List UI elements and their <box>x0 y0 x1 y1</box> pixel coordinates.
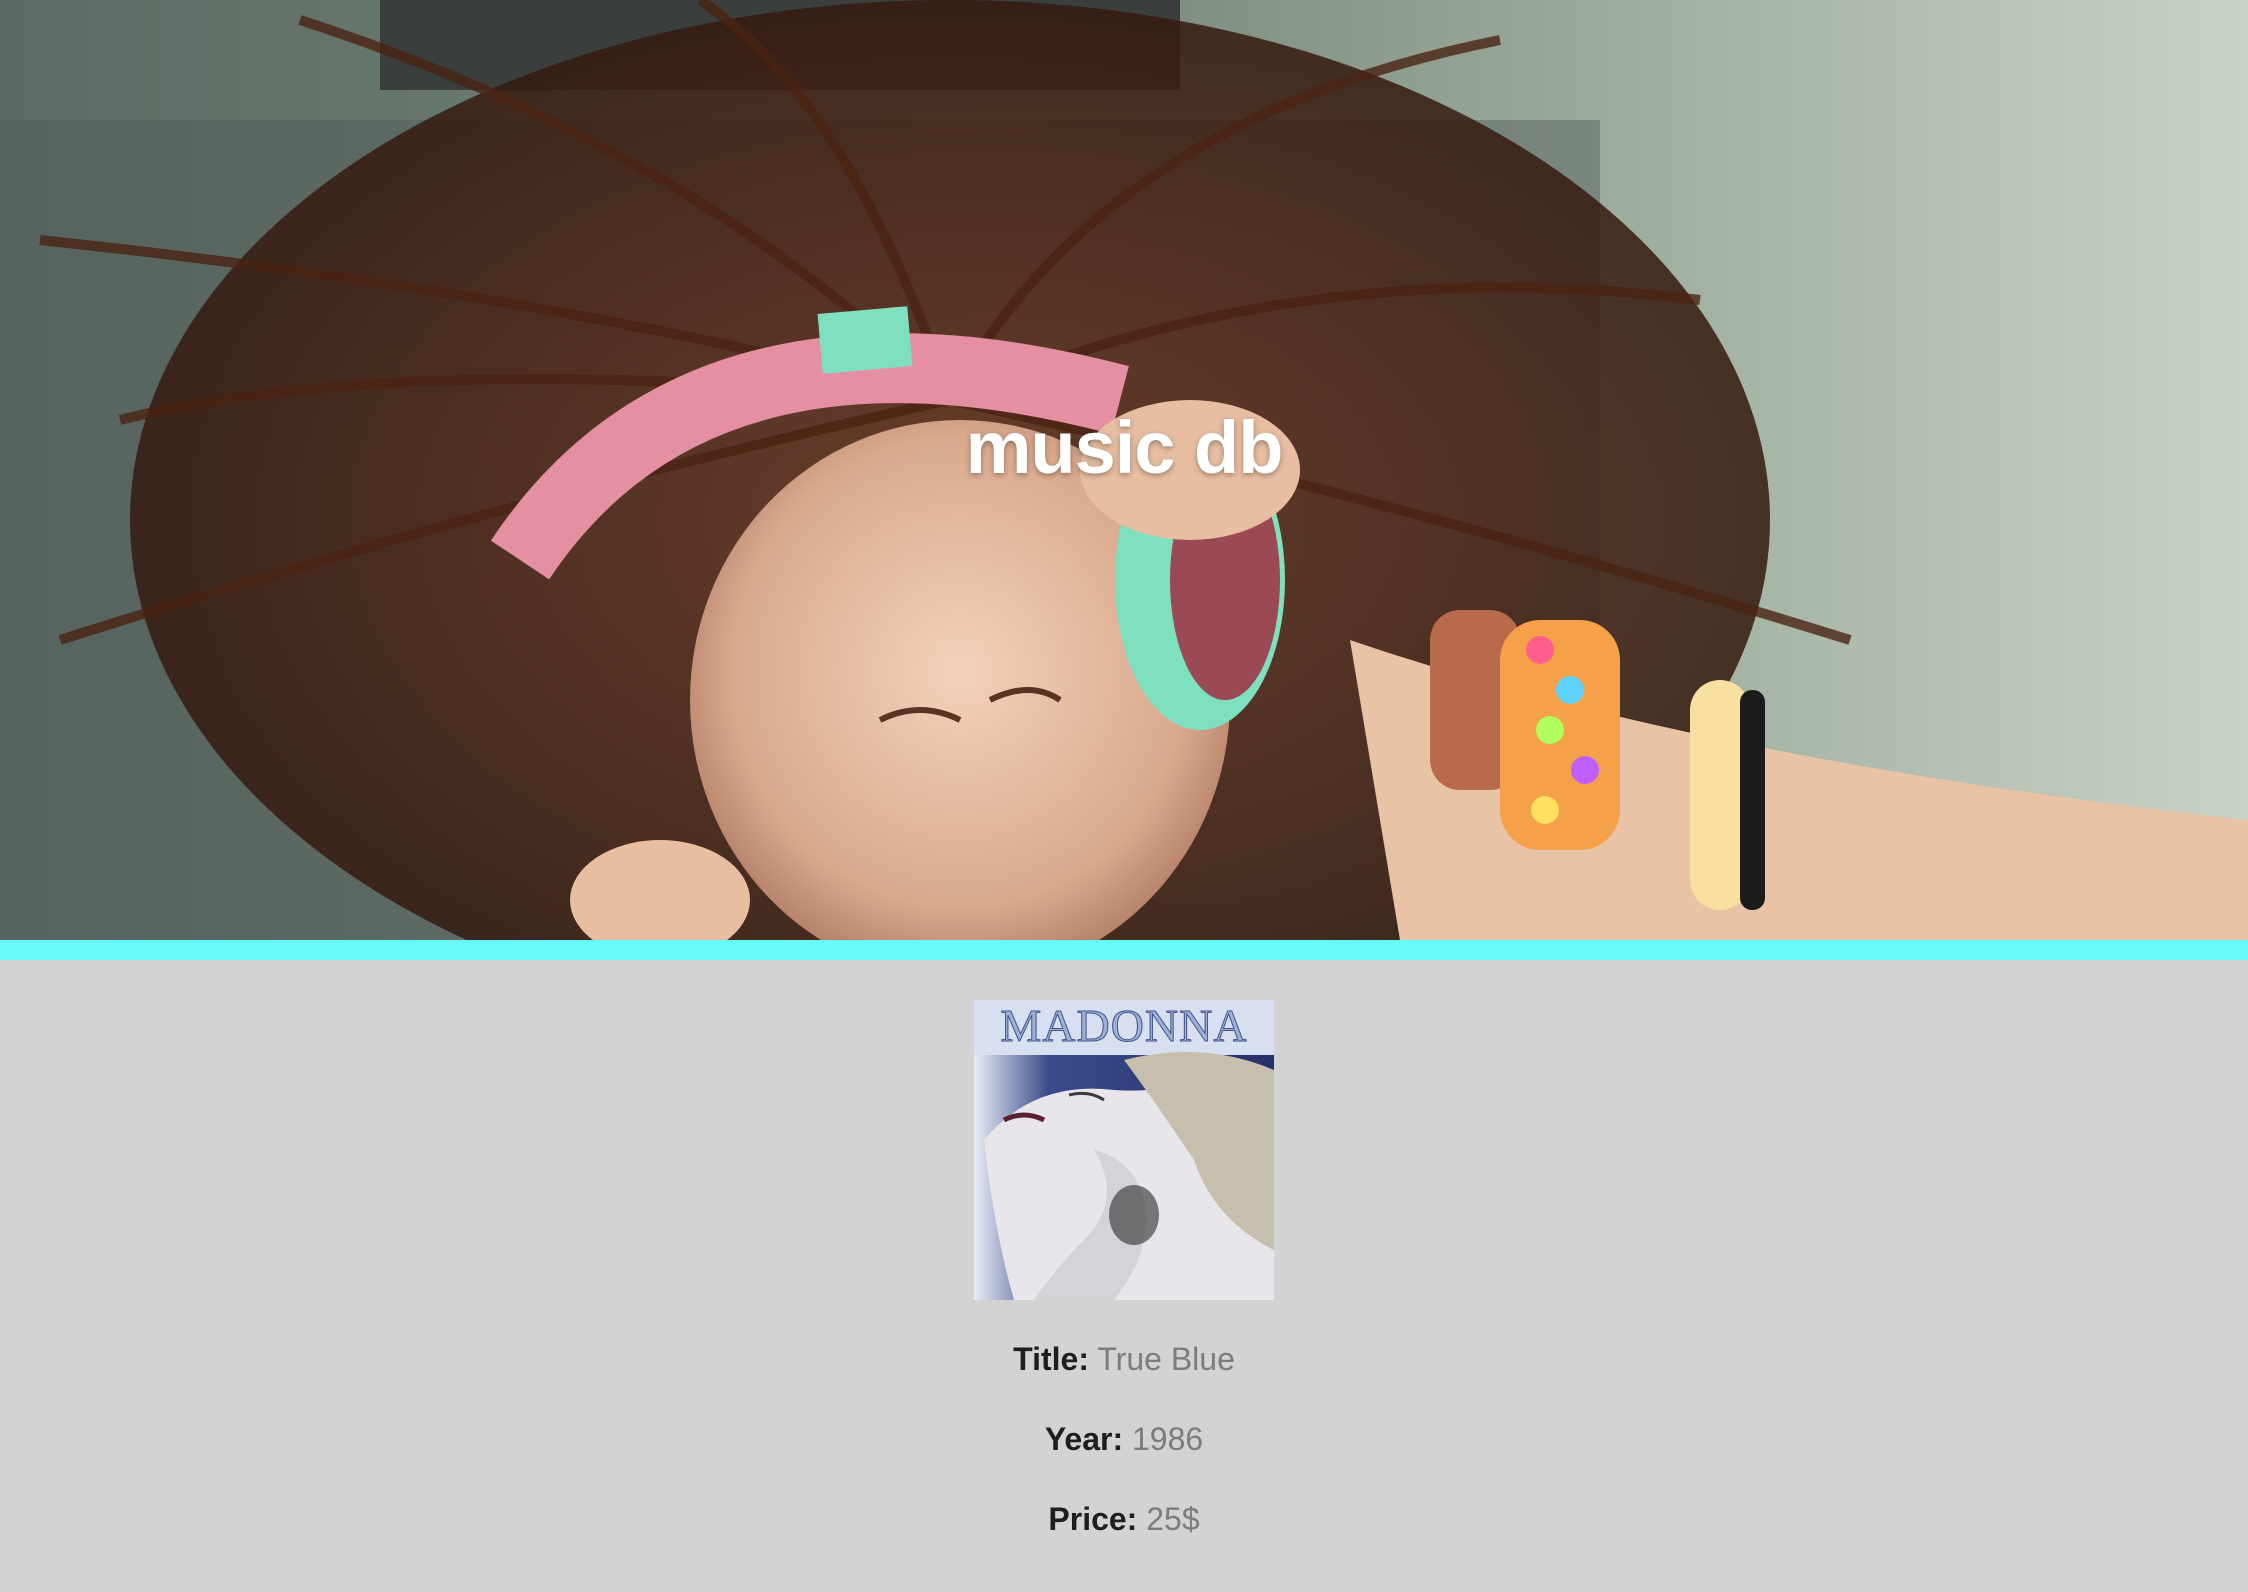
album-detail: MADONNA Title: True Blue Year: 1986 Pric… <box>0 960 2248 1539</box>
price-value: 25$ <box>1146 1501 1200 1537</box>
hero-banner: music db <box>0 0 2248 940</box>
accent-divider <box>0 940 2248 960</box>
album-cover-text: MADONNA <box>1000 1000 1248 1052</box>
year-value: 1986 <box>1131 1421 1204 1457</box>
price-label: Price: <box>1048 1501 1138 1537</box>
album-price-line: Price: 25$ <box>0 1499 2248 1539</box>
title-label: Title: <box>1013 1341 1089 1377</box>
site-title: music db <box>965 406 1284 489</box>
year-label: Year: <box>1044 1421 1124 1457</box>
title-value: True Blue <box>1097 1341 1235 1377</box>
album-year-line: Year: 1986 <box>0 1419 2248 1459</box>
album-title-line: Title: True Blue <box>0 1339 2248 1379</box>
album-cover: MADONNA <box>974 1000 1274 1300</box>
